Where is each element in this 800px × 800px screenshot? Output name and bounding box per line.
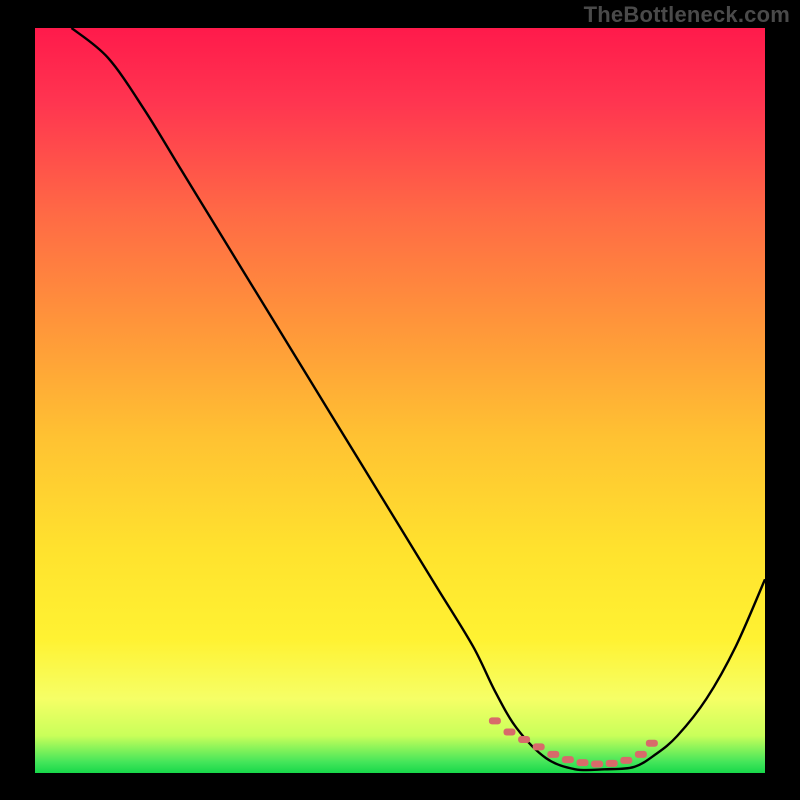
bottleneck-chart: [35, 28, 765, 773]
gradient-background: [35, 28, 765, 773]
optimal-marker: [533, 743, 545, 750]
optimal-marker: [562, 756, 574, 763]
optimal-marker: [518, 736, 530, 743]
chart-frame: TheBottleneck.com: [0, 0, 800, 800]
optimal-marker: [504, 729, 516, 736]
plot-area: [35, 28, 765, 773]
watermark-text: TheBottleneck.com: [584, 2, 790, 28]
optimal-marker: [577, 759, 589, 766]
optimal-marker: [547, 751, 559, 758]
optimal-marker: [646, 740, 658, 747]
optimal-marker: [635, 751, 647, 758]
optimal-marker: [606, 760, 618, 767]
optimal-marker: [591, 761, 603, 768]
optimal-marker: [620, 757, 632, 764]
optimal-marker: [489, 717, 501, 724]
